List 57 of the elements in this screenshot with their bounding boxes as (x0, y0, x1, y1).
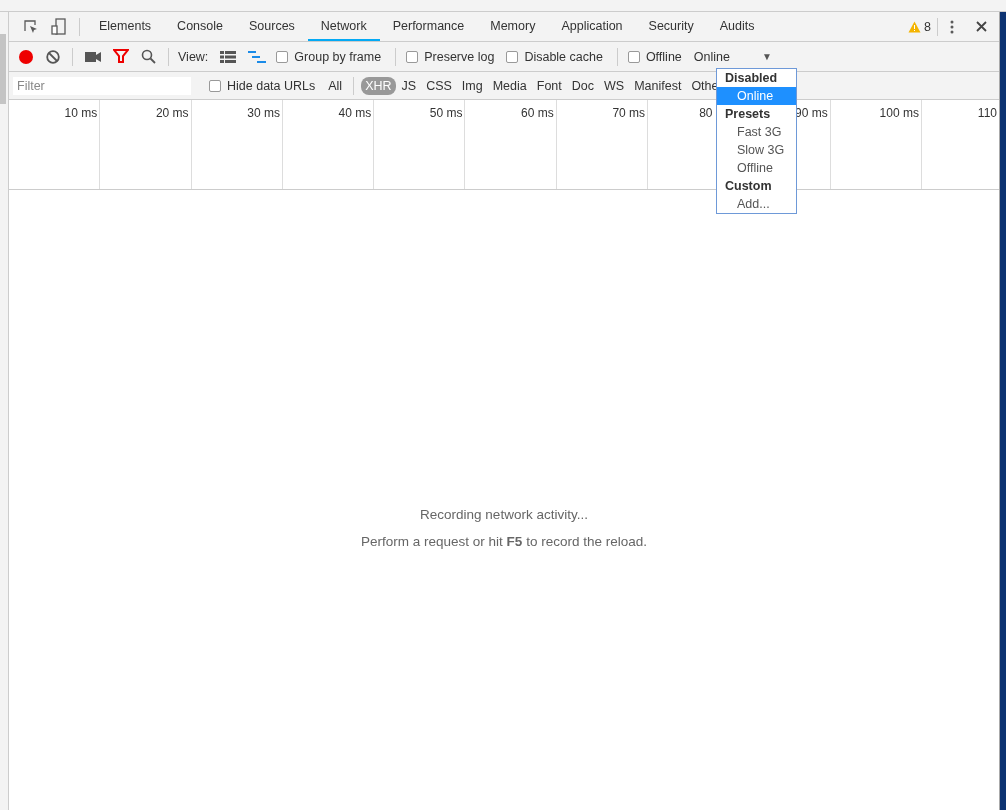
time-tick: 70 ms (612, 106, 646, 120)
checkbox-option[interactable]: Offline (627, 49, 682, 64)
checkbox-option[interactable]: Preserve log (406, 49, 495, 64)
menu-group-label: Presets (724, 106, 772, 123)
type-filter[interactable]: Doc (567, 76, 598, 95)
record-icon[interactable] (18, 48, 34, 65)
empty-title: Recording network activity... (420, 506, 588, 522)
time-tick: 50 ms (429, 106, 463, 120)
more-icon[interactable] (950, 19, 954, 34)
menu-item[interactable]: Add... (717, 195, 796, 213)
checkbox-option[interactable]: Group by frame (276, 49, 382, 64)
inspect-icon[interactable] (23, 18, 39, 35)
type-filter[interactable]: Manifest (630, 76, 686, 95)
menu-item[interactable]: Fast 3G (717, 123, 796, 141)
time-tick: 40 ms (338, 106, 372, 120)
panel-tab[interactable]: Elements (86, 12, 165, 41)
checkbox-option[interactable]: Disable cache (506, 49, 603, 64)
menu-group-label: Custom (724, 178, 773, 195)
time-tick: 100 ms (879, 106, 919, 120)
menu-item[interactable]: Offline (717, 159, 796, 177)
checkbox-option[interactable]: Hide data URLs (209, 78, 316, 93)
panel-tab[interactable]: Performance (379, 12, 478, 41)
list-view-icon[interactable] (220, 50, 237, 63)
panel-tab[interactable]: Audits (706, 12, 768, 41)
view-label: View: (178, 49, 209, 64)
waterfall-icon[interactable] (248, 50, 267, 63)
empty-hint: Perform a request or hit F5 to record the reload. (361, 533, 647, 549)
type-filter[interactable]: Media (488, 76, 531, 95)
panel-tab[interactable]: Console (164, 12, 236, 41)
device-icon[interactable] (51, 17, 67, 36)
panel-tab[interactable]: Security (635, 12, 707, 41)
time-tick: 30 ms (247, 106, 280, 120)
camera-icon[interactable] (85, 51, 101, 62)
filter-field[interactable]: Filter (13, 76, 191, 95)
panel-tab[interactable]: Memory (477, 12, 549, 41)
type-filter[interactable]: All (324, 76, 347, 95)
menu-group-label: Disabled (724, 70, 779, 87)
time-tick: 60 ms (521, 106, 554, 120)
search-icon[interactable] (141, 49, 156, 64)
type-filter[interactable]: JS (397, 76, 421, 95)
type-filter[interactable]: Font (532, 76, 566, 95)
time-tick: 110 (977, 106, 997, 120)
type-filter[interactable]: CSS (422, 76, 456, 95)
warning-count[interactable]: 8 (908, 19, 931, 34)
close-icon[interactable] (976, 21, 987, 32)
scrollbar-thumb[interactable] (0, 34, 6, 104)
time-tick: 20 ms (155, 106, 189, 120)
throttle-select[interactable]: Online ▼ (689, 49, 776, 64)
menu-item[interactable]: Slow 3G (717, 141, 796, 159)
clear-icon[interactable] (46, 49, 60, 64)
panel-tab[interactable]: Application (548, 12, 636, 41)
type-filter[interactable]: WS (600, 76, 629, 95)
type-filter[interactable]: Img (457, 76, 487, 95)
time-tick: 10 ms (64, 106, 98, 120)
panel-tab[interactable]: Sources (236, 12, 308, 41)
warning-icon (908, 20, 922, 33)
filter-icon[interactable] (113, 49, 129, 64)
